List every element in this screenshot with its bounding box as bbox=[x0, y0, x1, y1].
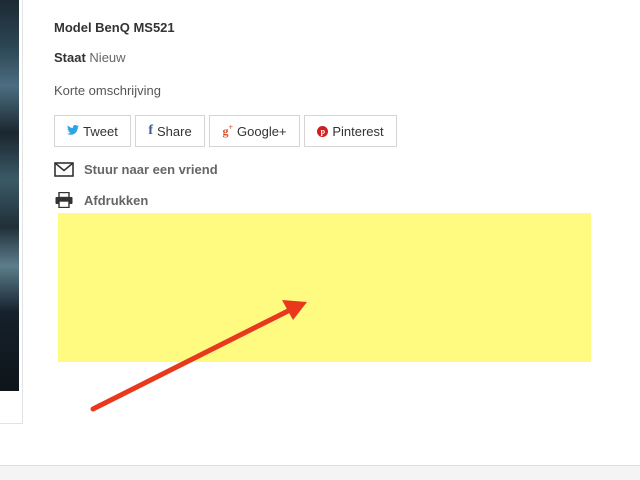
tweet-label: Tweet bbox=[83, 123, 118, 139]
product-condition: Staat Nieuw bbox=[54, 50, 126, 65]
highlight-box bbox=[58, 213, 591, 362]
facebook-share-label: Share bbox=[156, 123, 192, 139]
print-link[interactable]: Afdrukken bbox=[54, 192, 148, 208]
pinterest-icon: p bbox=[317, 125, 329, 137]
print-label: Afdrukken bbox=[84, 192, 149, 208]
google-plus-icon: g+ bbox=[222, 123, 234, 138]
product-image[interactable] bbox=[0, 0, 19, 391]
condition-label: Staat bbox=[54, 50, 86, 65]
short-description: Korte omschrijving bbox=[54, 83, 161, 98]
image-frame-bottom bbox=[0, 423, 23, 424]
social-share-buttons: Tweet f Share g+ Google+ p Pinterest bbox=[54, 115, 397, 147]
footer-bar bbox=[0, 465, 640, 480]
google-plus-button[interactable]: g+ Google+ bbox=[209, 115, 300, 147]
pinterest-button[interactable]: p Pinterest bbox=[304, 115, 397, 147]
facebook-icon: f bbox=[148, 123, 153, 138]
envelope-icon bbox=[54, 161, 74, 177]
send-to-friend-link[interactable]: Stuur naar een vriend bbox=[54, 161, 218, 177]
twitter-icon bbox=[67, 124, 80, 138]
product-model: Model BenQ MS521 bbox=[54, 20, 175, 35]
image-frame-divider bbox=[22, 0, 23, 424]
pinterest-label: Pinterest bbox=[332, 123, 384, 139]
page: Model BenQ MS521 Staat Nieuw Korte omsch… bbox=[0, 0, 640, 480]
google-plus-label: Google+ bbox=[237, 123, 287, 139]
tweet-button[interactable]: Tweet bbox=[54, 115, 131, 147]
condition-value: Nieuw bbox=[89, 50, 126, 65]
send-to-friend-label: Stuur naar een vriend bbox=[84, 161, 218, 177]
facebook-share-button[interactable]: f Share bbox=[135, 115, 205, 147]
printer-icon bbox=[54, 192, 74, 208]
